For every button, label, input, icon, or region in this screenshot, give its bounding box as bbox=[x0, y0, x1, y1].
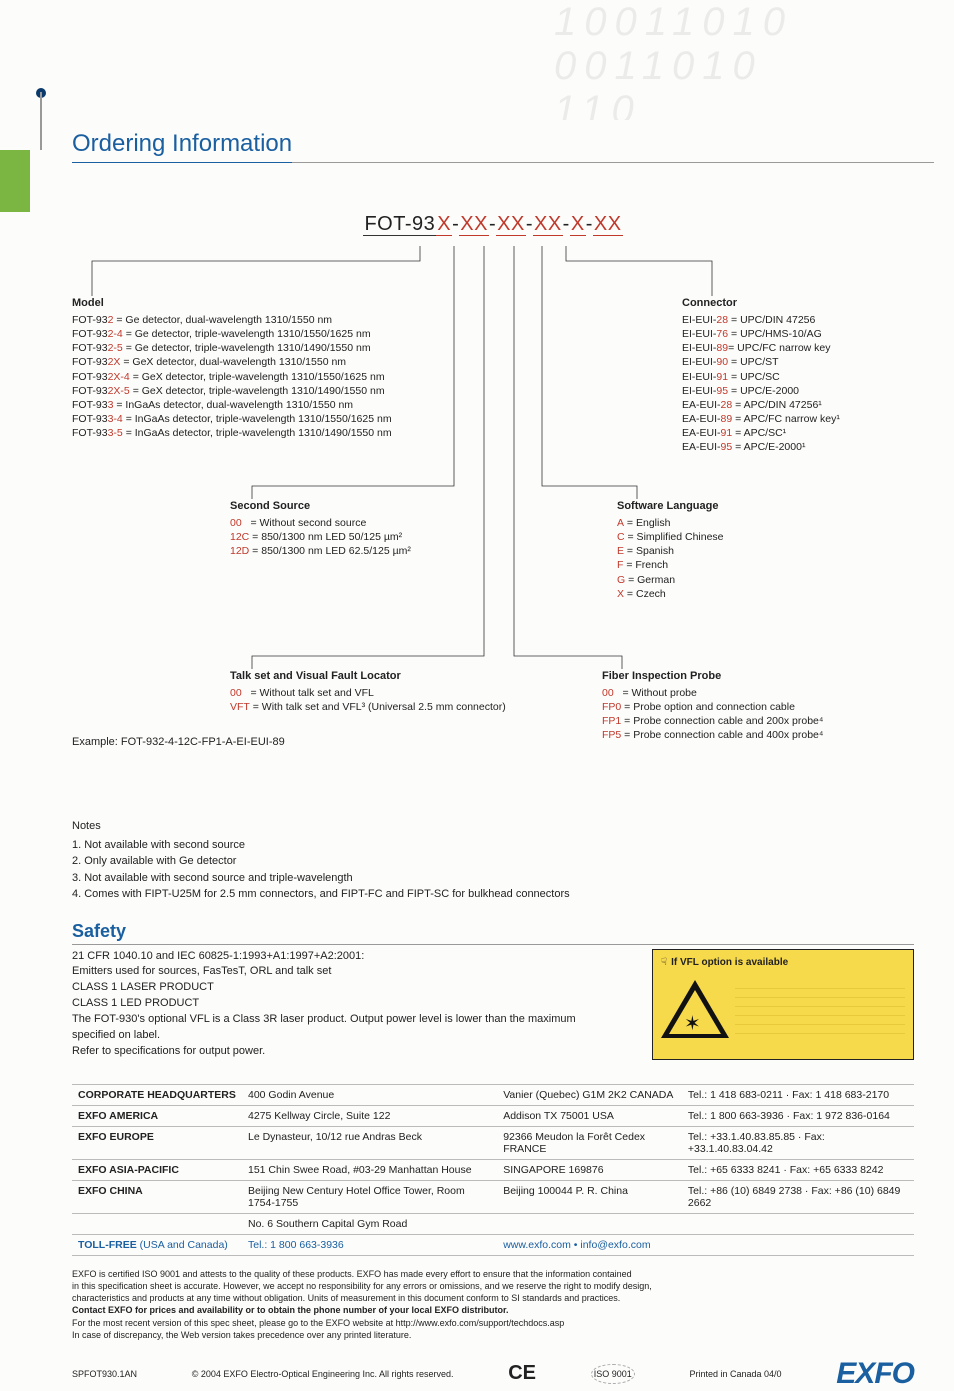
doc-number: SPFOT930.1AN bbox=[72, 1369, 137, 1379]
code-xx1: XX bbox=[459, 213, 489, 236]
code-xx2: XX bbox=[496, 213, 526, 236]
note-1: 1. Not available with second source bbox=[72, 837, 914, 854]
fineprint: EXFO is certified ISO 9001 and attests t… bbox=[72, 1268, 712, 1341]
note-2: 2. Only available with Ge detector bbox=[72, 853, 914, 870]
safety-badge-text: If VFL option is available bbox=[671, 956, 788, 971]
option-software-language: Software LanguageA = EnglishC = Simplifi… bbox=[617, 499, 724, 601]
safety-label-lines bbox=[735, 980, 905, 1038]
code-x: X bbox=[570, 213, 586, 236]
code-xx4: XX bbox=[593, 213, 623, 236]
safety-badge: ☟ If VFL option is available ✶ bbox=[652, 949, 914, 1061]
contact-table: CORPORATE HEADQUARTERS400 Godin AvenueVa… bbox=[72, 1084, 914, 1256]
option-second-source: Second Source00 = Without second source1… bbox=[230, 499, 411, 558]
safety-heading: Safety bbox=[72, 921, 914, 945]
option-model: ModelFOT-932 = Ge detector, dual-wavelen… bbox=[72, 296, 392, 440]
green-accent bbox=[0, 150, 30, 212]
code-xx3: XX bbox=[533, 213, 563, 236]
heading-text: Ordering Information bbox=[72, 130, 292, 157]
note-4: 4. Comes with FIPT-U25M for 2.5 mm conne… bbox=[72, 886, 914, 903]
copyright: © 2004 EXFO Electro-Optical Engineering … bbox=[192, 1369, 454, 1379]
option-connector: ConnectorEI-EUI-28 = UPC/DIN 47256EI-EUI… bbox=[682, 296, 840, 455]
notes-title: Notes bbox=[72, 818, 914, 835]
exfo-logo: EXFO bbox=[836, 1357, 914, 1391]
vertical-line bbox=[40, 92, 42, 150]
option-talkset-vfl: Talk set and Visual Fault Locator00 = Wi… bbox=[230, 669, 506, 714]
footer: SPFOT930.1AN © 2004 EXFO Electro-Optical… bbox=[72, 1357, 914, 1391]
code-x1: X bbox=[436, 213, 452, 236]
iso-icon: ISO 9001 bbox=[591, 1364, 635, 1384]
safety-text: 21 CFR 1040.10 and IEC 60825-1:1993+A1:1… bbox=[72, 949, 612, 1061]
printed-in: Printed in Canada 04/0 bbox=[690, 1369, 782, 1379]
option-fiber-probe: Fiber Inspection Probe00 = Without probe… bbox=[602, 669, 823, 743]
pointer-icon: ☟ bbox=[661, 956, 667, 971]
ordering-code: FOT-93X-XX-XX-XX-X-XX bbox=[72, 213, 914, 236]
ordering-example: Example: FOT-932-4-12C-FP1-A-EI-EUI-89 bbox=[72, 736, 285, 748]
ce-mark-icon: CE bbox=[508, 1362, 536, 1385]
notes-block: Notes 1. Not available with second sourc… bbox=[72, 818, 914, 903]
laser-warning-icon: ✶ bbox=[661, 980, 729, 1038]
code-prefix: FOT-93 bbox=[363, 213, 436, 236]
note-3: 3. Not available with second source and … bbox=[72, 870, 914, 887]
page-title: Ordering Information bbox=[72, 130, 914, 163]
